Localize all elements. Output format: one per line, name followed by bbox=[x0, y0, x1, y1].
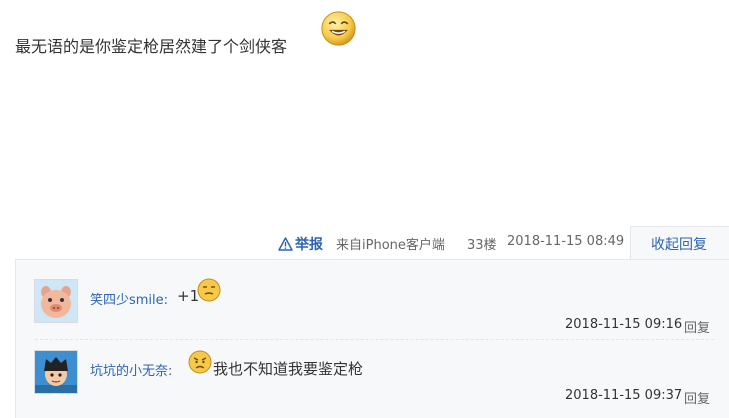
reply-username[interactable]: 坑坑的小无奈: bbox=[90, 360, 172, 379]
reply-time: 2018-11-15 09:37 bbox=[565, 388, 683, 403]
smirk-emoji-icon bbox=[197, 278, 221, 302]
reply-username[interactable]: 笑四少smile: bbox=[90, 289, 168, 308]
post-text: 最无语的是你鉴定枪居然建了个剑侠客 bbox=[15, 37, 288, 56]
floor-number: 33楼 bbox=[467, 238, 497, 253]
reply-time: 2018-11-15 09:16 bbox=[565, 317, 683, 332]
reply-text: +1 bbox=[177, 287, 200, 305]
report-label: 举报 bbox=[295, 237, 323, 253]
cartoon-boy-avatar-icon[interactable] bbox=[34, 350, 78, 394]
post-meta-bar: 举报 来自iPhone客户端 33楼 2018-11-15 08:49 收起回复 bbox=[0, 226, 729, 259]
warning-icon bbox=[278, 237, 293, 251]
post-time: 2018-11-15 08:49 bbox=[507, 234, 625, 249]
pig-avatar-icon[interactable] bbox=[34, 279, 78, 323]
collapse-replies-button[interactable]: 收起回复 bbox=[651, 234, 707, 254]
reply-button[interactable]: 回复 bbox=[684, 388, 710, 407]
reply-button[interactable]: 回复 bbox=[684, 317, 710, 336]
report-button[interactable]: 举报 bbox=[278, 234, 323, 254]
reply-text: 我也不知道我要鉴定枪 bbox=[213, 360, 364, 378]
post-source: 来自iPhone客户端 bbox=[336, 238, 445, 253]
reply-divider bbox=[35, 339, 714, 340]
grin-emoji-icon bbox=[321, 11, 356, 46]
sad-emoji-icon bbox=[188, 350, 212, 374]
